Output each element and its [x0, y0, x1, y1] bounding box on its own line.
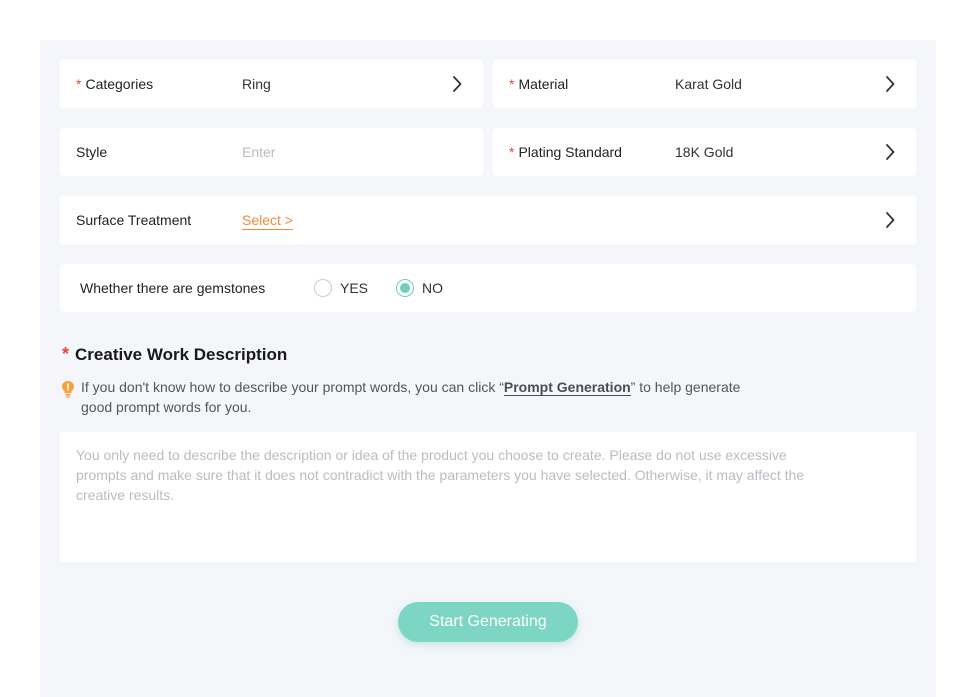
material-field[interactable]: * Material Karat Gold [493, 60, 916, 108]
required-asterisk: * [76, 76, 82, 92]
gemstones-no-radio[interactable]: NO [396, 279, 443, 297]
required-asterisk: * [509, 76, 515, 92]
prompt-generation-link[interactable]: Prompt Generation [503, 379, 631, 396]
categories-value: Ring [242, 76, 271, 92]
hint-text-before: If you don't know how to describe your p… [81, 379, 504, 395]
gemstones-field: Whether there are gemstones YES NO [60, 264, 916, 312]
gemstones-label: Whether there are gemstones [80, 280, 266, 296]
radio-circle-checked[interactable] [396, 279, 414, 297]
required-asterisk: * [62, 344, 70, 364]
plating-standard-field[interactable]: * Plating Standard 18K Gold [493, 128, 916, 176]
surface-treatment-select-link[interactable]: Select > [242, 211, 293, 230]
start-generating-button[interactable]: Start Generating [398, 602, 578, 642]
material-value: Karat Gold [675, 76, 742, 92]
chevron-right-icon[interactable] [882, 212, 898, 228]
surface-treatment-label: Surface Treatment [76, 212, 192, 228]
categories-label: * Categories [76, 76, 153, 92]
style-input[interactable]: Enter [242, 144, 275, 160]
style-field[interactable]: Style Enter [60, 128, 483, 176]
chevron-right-icon[interactable] [882, 144, 898, 160]
creative-description-textarea[interactable] [60, 432, 916, 562]
section-title: * Creative Work Description [62, 344, 287, 365]
prompt-hint-text: If you don't know how to describe your p… [81, 377, 741, 417]
plating-standard-label-text: Plating Standard [518, 144, 622, 160]
gemstones-yes-label: YES [340, 280, 369, 296]
section-title-text: Creative Work Description [75, 345, 288, 364]
material-label-text: Material [518, 76, 569, 92]
parameters-panel: * Categories Ring * Material Karat Gold St… [40, 40, 936, 697]
plating-standard-value: 18K Gold [675, 144, 734, 160]
lightbulb-icon [61, 380, 75, 398]
radio-circle[interactable] [314, 279, 332, 297]
required-asterisk: * [509, 144, 515, 160]
surface-treatment-field[interactable]: Surface Treatment Select > [60, 196, 916, 244]
categories-label-text: Categories [85, 76, 154, 92]
plating-standard-label: * Plating Standard [509, 144, 622, 160]
gemstones-yes-radio[interactable]: YES [314, 279, 368, 297]
style-label: Style [76, 144, 108, 160]
chevron-right-icon[interactable] [449, 76, 465, 92]
gemstones-no-label: NO [422, 280, 443, 296]
chevron-right-icon[interactable] [882, 76, 898, 92]
material-label: * Material [509, 76, 568, 92]
categories-field[interactable]: * Categories Ring [60, 60, 483, 108]
